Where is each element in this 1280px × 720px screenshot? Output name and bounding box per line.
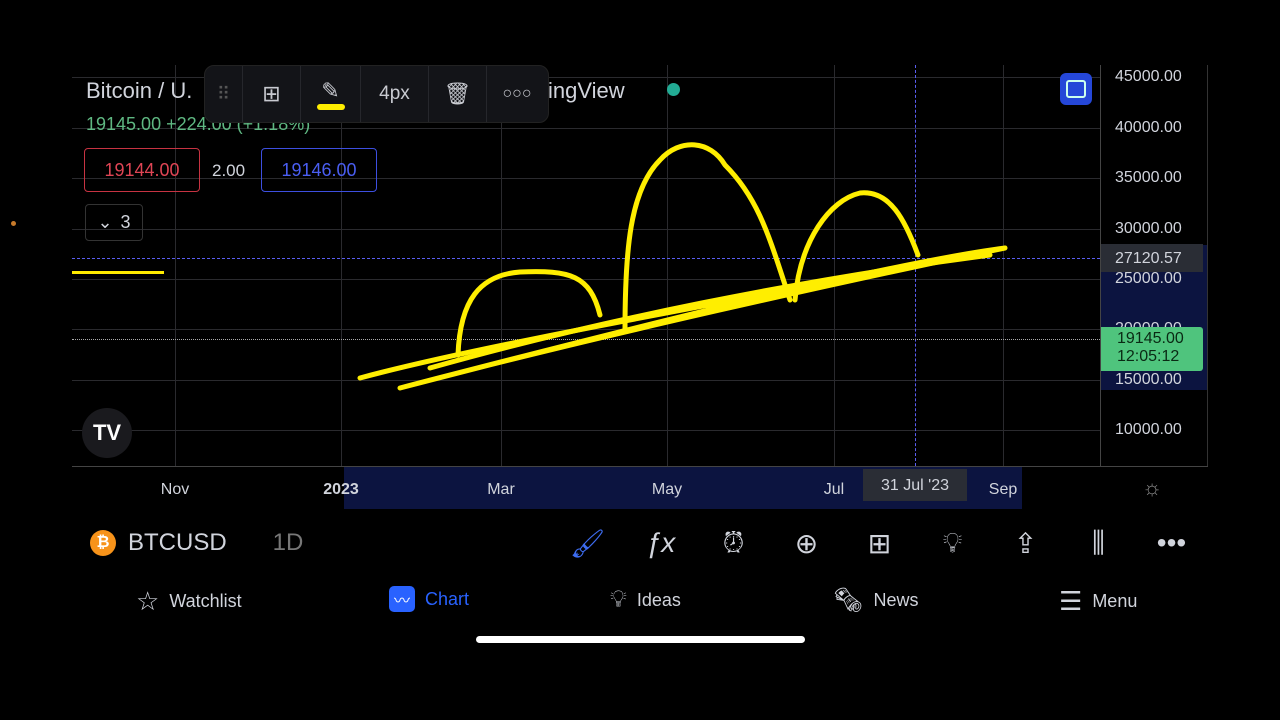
bottom-toolbar: ₿ BTCUSD 1D 🖌︎ ƒx ⏰︎ ⊕ ⊞ 💡︎ ⇪ ⫼ •••	[72, 512, 1208, 574]
interval-button[interactable]: 1D	[273, 529, 304, 557]
lightbulb-icon[interactable]: 💡︎	[916, 527, 989, 560]
sell-button[interactable]: 19144.00	[84, 148, 200, 192]
time-label: May	[651, 481, 683, 498]
current-price: 19145.00	[1117, 330, 1184, 347]
color-swatch	[316, 104, 345, 110]
share-icon[interactable]: ⇪	[989, 527, 1062, 560]
candles-icon[interactable]: ⫼	[1062, 527, 1135, 560]
time-label: Jul	[823, 481, 845, 498]
price-label: 35000.00	[1115, 169, 1182, 186]
price-label: 25000.00	[1115, 270, 1182, 287]
drawing-toolbar: ⠿ ⊞ ✎ 4px 🗑 ○○○	[204, 65, 549, 123]
settings-icon[interactable]: ☼	[1142, 475, 1162, 501]
tab-label: Watchlist	[169, 591, 242, 611]
pencil-icon: ✎	[321, 78, 340, 103]
tab-ideas[interactable]: 💡︎ Ideas	[610, 586, 681, 614]
price-label: 10000.00	[1115, 421, 1182, 438]
collapse-indicators-button[interactable]: ⌄ 3	[85, 204, 143, 241]
plus-circle-icon[interactable]: ⊕	[770, 527, 843, 560]
tab-chart[interactable]: 〰 Chart	[389, 586, 469, 612]
crosshair-price-label: 27120.57	[1101, 244, 1203, 272]
trash-icon[interactable]: 🗑	[429, 66, 487, 122]
news-icon: 🗞︎	[833, 587, 864, 614]
stroke-width-button[interactable]: 4px	[361, 66, 429, 122]
market-status-dot	[667, 83, 680, 96]
price-axis[interactable]: 45000.00 40000.00 35000.00 30000.00 2500…	[1100, 65, 1208, 466]
crosshair-date-label: 31 Jul '23	[863, 469, 967, 501]
tab-label: News	[873, 590, 919, 610]
brush-icon[interactable]: 🖌︎	[551, 527, 624, 560]
tab-menu[interactable]: ☰ Menu	[1059, 586, 1137, 617]
drag-handle-icon[interactable]: ⠿	[205, 66, 243, 122]
add-template-icon[interactable]: ⊞	[243, 66, 301, 122]
tab-label: Menu	[1092, 591, 1138, 611]
symbol-button[interactable]: BTCUSD	[128, 529, 227, 557]
price-label: 45000.00	[1115, 68, 1182, 85]
lightbulb-icon: 💡︎	[610, 586, 627, 613]
chart-icon: 〰	[389, 586, 415, 612]
indicator-count: 3	[120, 212, 131, 232]
price-label: 15000.00	[1115, 371, 1182, 388]
pencil-button[interactable]: ✎	[301, 66, 361, 122]
tab-watchlist[interactable]: ☆ Watchlist	[136, 586, 242, 617]
home-indicator[interactable]	[476, 636, 805, 643]
time-label: Nov	[160, 481, 190, 498]
last-price: 19145.00	[86, 114, 162, 134]
bitcoin-icon: ₿	[90, 530, 116, 556]
symbol-title[interactable]: Bitcoin / U.	[86, 78, 192, 104]
tab-news[interactable]: 🗞︎ News	[833, 586, 918, 615]
time-label: Mar	[487, 481, 515, 498]
alarm-icon[interactable]: ⏰︎	[697, 527, 770, 560]
orange-dot	[11, 221, 16, 226]
price-label: 30000.00	[1115, 220, 1182, 237]
tab-label: Ideas	[636, 589, 681, 610]
tradingview-logo: TV	[82, 408, 132, 458]
spread: 2.00	[212, 161, 246, 180]
time-label: 2023	[323, 481, 359, 498]
buy-button[interactable]: 19146.00	[261, 148, 377, 192]
grid-icon[interactable]: ⊞	[843, 527, 916, 560]
time-label: Sep	[988, 481, 1018, 498]
price-label: 40000.00	[1115, 119, 1182, 136]
tab-bar: ☆ Watchlist 〰 Chart 💡︎ Ideas 🗞︎ News ☰ Menu	[0, 580, 1280, 620]
hamburger-icon: ☰	[1059, 586, 1083, 616]
tab-label: Chart	[425, 588, 470, 609]
more-icon[interactable]: ○○○	[487, 66, 547, 122]
chevron-down-icon: ⌄	[97, 212, 113, 232]
more-icon[interactable]: •••	[1135, 527, 1208, 560]
current-price-label: 19145.00 12:05:12	[1101, 327, 1203, 371]
fullscreen-button[interactable]	[1060, 73, 1092, 105]
fullscreen-icon	[1066, 80, 1086, 98]
time-axis[interactable]: Nov 2023 Mar May Jul Sep 31 Jul '23 ☼	[72, 466, 1208, 509]
symbol-title-suffix: ingView	[548, 78, 625, 103]
indicators-fx-icon[interactable]: ƒx	[624, 527, 697, 560]
star-icon: ☆	[136, 586, 160, 616]
bar-countdown: 12:05:12	[1117, 348, 1180, 365]
